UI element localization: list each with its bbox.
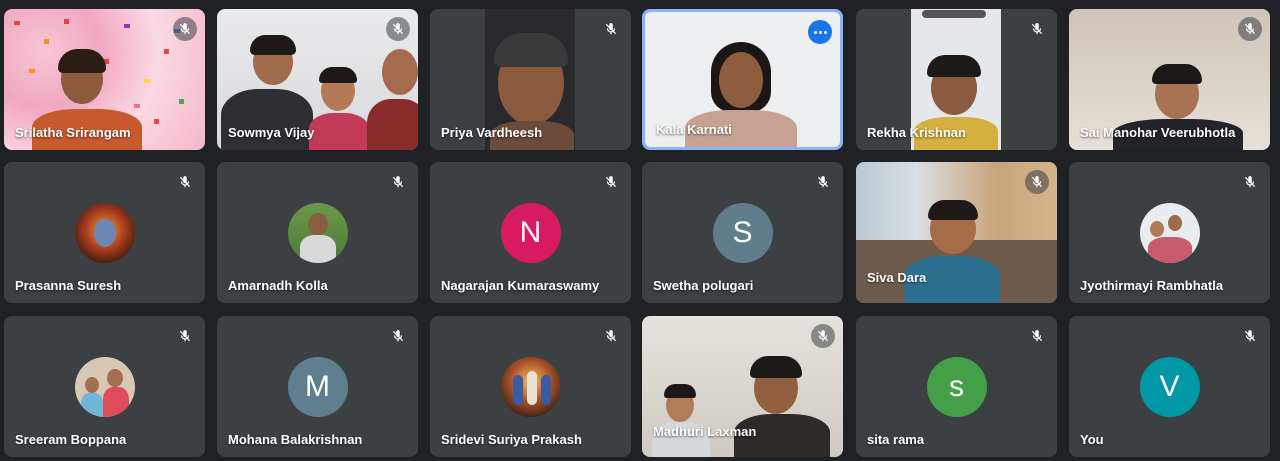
participant-tile[interactable]: Prasanna Suresh: [4, 162, 205, 303]
muted-mic-icon: [1025, 324, 1049, 348]
more-options-icon[interactable]: [808, 20, 832, 44]
participant-tile[interactable]: s sita rama: [856, 316, 1057, 457]
avatar-initial: S: [712, 203, 773, 263]
participant-name: Rekha Krishnan: [867, 125, 966, 140]
participant-tile[interactable]: Madhuri Laxman: [642, 316, 843, 457]
muted-mic-icon: [811, 324, 835, 348]
participant-tile[interactable]: Siva Dara: [856, 162, 1057, 303]
participant-name: Nagarajan Kumaraswamy: [441, 278, 600, 293]
participant-name: Priya Vardheesh: [441, 125, 543, 140]
participant-tile[interactable]: Jyothirmayi Rambhatla: [1069, 162, 1270, 303]
muted-mic-icon: [1025, 17, 1049, 41]
participant-name: Sridevi Suriya Prakash: [441, 432, 582, 447]
participant-name: Prasanna Suresh: [15, 278, 122, 293]
participant-name: Swetha polugari: [653, 278, 754, 293]
muted-mic-icon: [599, 324, 623, 348]
participant-tile[interactable]: Rekha Krishnan: [856, 9, 1057, 150]
participant-name: Kala Karnati: [656, 122, 732, 137]
participant-tile[interactable]: Sai Manohar Veerubhotla: [1069, 9, 1270, 150]
participant-name: Madhuri Laxman: [653, 424, 757, 439]
participant-tile[interactable]: M Mohana Balakrishnan: [217, 316, 418, 457]
avatar: [500, 357, 561, 417]
avatar: [74, 203, 135, 263]
participant-tile[interactable]: Amarnadh Kolla: [217, 162, 418, 303]
participant-tile[interactable]: N Nagarajan Kumaraswamy: [430, 162, 631, 303]
participant-tile-self[interactable]: V You: [1069, 316, 1270, 457]
muted-mic-icon: [173, 324, 197, 348]
participant-tile[interactable]: Priya Vardheesh: [430, 9, 631, 150]
participant-name: You: [1080, 432, 1104, 447]
participant-tile[interactable]: Sowmya Vijay: [217, 9, 418, 150]
muted-mic-icon: [173, 170, 197, 194]
participant-name: Srilatha Srirangam: [15, 125, 131, 140]
muted-mic-icon: [173, 17, 197, 41]
avatar: [1139, 203, 1200, 263]
participant-tile[interactable]: S Swetha polugari: [642, 162, 843, 303]
muted-mic-icon: [386, 17, 410, 41]
participant-tile[interactable]: Srilatha Srirangam: [4, 9, 205, 150]
participant-name: Sai Manohar Veerubhotla: [1080, 125, 1236, 140]
avatar-initial: M: [287, 357, 348, 417]
participant-name: Amarnadh Kolla: [228, 278, 328, 293]
avatar-initial: V: [1139, 357, 1200, 417]
avatar: [74, 357, 135, 417]
participant-tile[interactable]: Sreeram Boppana: [4, 316, 205, 457]
participant-name: Mohana Balakrishnan: [228, 432, 363, 447]
participant-tile[interactable]: Sridevi Suriya Prakash: [430, 316, 631, 457]
participant-grid: Srilatha Srirangam Sowmya Vijay Priya Va…: [0, 0, 1280, 461]
muted-mic-icon: [599, 170, 623, 194]
muted-mic-icon: [1238, 17, 1262, 41]
muted-mic-icon: [386, 170, 410, 194]
muted-mic-icon: [811, 170, 835, 194]
muted-mic-icon: [1238, 324, 1262, 348]
muted-mic-icon: [386, 324, 410, 348]
muted-mic-icon: [599, 17, 623, 41]
muted-mic-icon: [1238, 170, 1262, 194]
avatar-initial: N: [500, 203, 561, 263]
participant-name: sita rama: [867, 432, 925, 447]
avatar: [287, 203, 348, 263]
participant-name: Sowmya Vijay: [228, 125, 315, 140]
participant-tile-active[interactable]: Kala Karnati: [642, 9, 843, 150]
participant-name: Siva Dara: [867, 270, 927, 285]
avatar-initial: s: [926, 357, 987, 417]
participant-name: Sreeram Boppana: [15, 432, 127, 447]
muted-mic-icon: [1025, 170, 1049, 194]
participant-name: Jyothirmayi Rambhatla: [1080, 278, 1224, 293]
